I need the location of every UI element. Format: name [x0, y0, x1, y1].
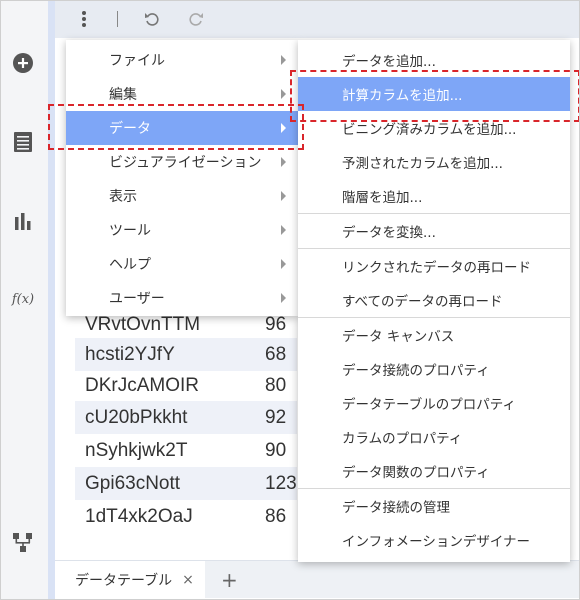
add-circle-icon[interactable]	[12, 52, 34, 74]
table-cell: 80	[265, 374, 287, 396]
menu-item-data[interactable]: データ	[66, 111, 298, 145]
add-tab-icon[interactable]: +	[221, 568, 238, 592]
menu-item-label: 表示	[109, 189, 137, 205]
tab-data-table[interactable]: データテーブル ×	[55, 561, 205, 599]
main-menu: ファイル 編集 データ ビジュアライゼーション 表示 ツール ヘルプ ユーザー	[66, 40, 298, 316]
menu-item-label: データ	[109, 121, 151, 137]
menu-item-user[interactable]: ユーザー	[66, 281, 298, 315]
table-row[interactable]: DKrJcAMOIR 80	[75, 369, 297, 402]
menu-item-label: ファイル	[109, 53, 165, 69]
submenu-item-reload-all-data[interactable]: すべてのデータの再ロード	[298, 283, 570, 317]
table-cell: DKrJcAMOIR	[85, 374, 199, 396]
submenu-item-data-function-properties[interactable]: データ関数のプロパティ	[298, 454, 570, 488]
table-cell: 90	[265, 439, 287, 461]
submenu-item-add-calculated-column[interactable]: 計算カラムを追加...	[298, 77, 570, 111]
submenu-arrow-icon	[281, 259, 286, 269]
table-row[interactable]: cU20bPkkht 92	[75, 401, 297, 434]
menu-item-label: ツール	[109, 223, 151, 239]
submenu-arrow-icon	[281, 225, 286, 235]
table-cell: VRvtOvnTTM	[85, 313, 201, 335]
submenu-arrow-icon	[281, 123, 286, 133]
function-icon[interactable]: f(x)	[8, 288, 38, 310]
menu-item-label: ヘルプ	[109, 257, 151, 273]
submenu-item-add-binned-column[interactable]: ビニング済みカラムを追加...	[298, 111, 570, 145]
menu-item-label: ビジュアライゼーション	[109, 155, 262, 171]
table-cell: 123	[265, 472, 297, 494]
menu-item-tools[interactable]: ツール	[66, 213, 298, 247]
menu-item-visualization[interactable]: ビジュアライゼーション	[66, 145, 298, 179]
table-row[interactable]: hcsti2YJfY 68	[75, 338, 297, 371]
function-icon-label: f(x)	[11, 291, 35, 307]
submenu-item-data-table-properties[interactable]: データテーブルのプロパティ	[298, 386, 570, 420]
close-icon[interactable]: ×	[182, 572, 194, 588]
toolbar-divider	[116, 9, 118, 29]
submenu-arrow-icon	[281, 157, 286, 167]
submenu-arrow-icon	[281, 55, 286, 65]
submenu-item-information-designer[interactable]: インフォメーションデザイナー	[298, 523, 570, 557]
submenu-item-data-canvas[interactable]: データ キャンバス	[298, 318, 570, 352]
hierarchy-icon[interactable]	[12, 532, 34, 554]
tab-bar: データテーブル × +	[55, 560, 580, 599]
submenu-item-add-data[interactable]: データを追加...	[298, 43, 570, 77]
submenu-item-column-properties[interactable]: カラムのプロパティ	[298, 420, 570, 454]
submenu-item-add-predicted-column[interactable]: 予測されたカラムを追加...	[298, 145, 570, 179]
table-cell: cU20bPkkht	[85, 406, 188, 428]
toolbar	[55, 0, 580, 38]
submenu-arrow-icon	[281, 89, 286, 99]
submenu-item-transform-data[interactable]: データを変換...	[298, 214, 570, 248]
rail-separator	[48, 0, 55, 600]
table-cell: 96	[265, 313, 287, 335]
undo-icon[interactable]	[143, 9, 161, 29]
table-cell: nSyhkjwk2T	[85, 439, 188, 461]
more-menu-icon[interactable]	[79, 9, 89, 29]
menu-item-edit[interactable]: 編集	[66, 77, 298, 111]
redo-icon[interactable]	[187, 9, 205, 29]
submenu-arrow-icon	[281, 191, 286, 201]
table-cell: hcsti2YJfY	[85, 343, 175, 365]
table-cell: 68	[265, 343, 287, 365]
tab-label: データテーブル	[75, 573, 173, 589]
left-rail: f(x)	[0, 0, 48, 600]
submenu-item-data-connection-properties[interactable]: データ接続のプロパティ	[298, 352, 570, 386]
menu-item-help[interactable]: ヘルプ	[66, 247, 298, 281]
submenu-item-reload-linked-data[interactable]: リンクされたデータの再ロード	[298, 249, 570, 283]
table-row[interactable]: 1dT4xk2OaJ 86	[75, 500, 297, 533]
submenu-item-add-hierarchy[interactable]: 階層を追加...	[298, 179, 570, 213]
list-icon[interactable]	[12, 131, 34, 153]
data-submenu: データを追加... 計算カラムを追加... ビニング済みカラムを追加... 予測…	[298, 40, 570, 562]
menu-item-label: 編集	[109, 87, 137, 103]
table-row[interactable]: nSyhkjwk2T 90	[75, 434, 297, 467]
table-cell: Gpi63cNott	[85, 472, 181, 494]
menu-item-view[interactable]: 表示	[66, 179, 298, 213]
menu-item-file[interactable]: ファイル	[66, 43, 298, 77]
submenu-arrow-icon	[281, 293, 286, 303]
table-row[interactable]: Gpi63cNott 123	[75, 467, 297, 500]
table-cell: 92	[265, 406, 287, 428]
table-cell: 1dT4xk2OaJ	[85, 505, 193, 527]
menu-item-label: ユーザー	[109, 291, 165, 307]
submenu-item-manage-data-connections[interactable]: データ接続の管理	[298, 489, 570, 523]
bar-chart-icon[interactable]	[12, 210, 34, 232]
table-cell: 86	[265, 505, 287, 527]
